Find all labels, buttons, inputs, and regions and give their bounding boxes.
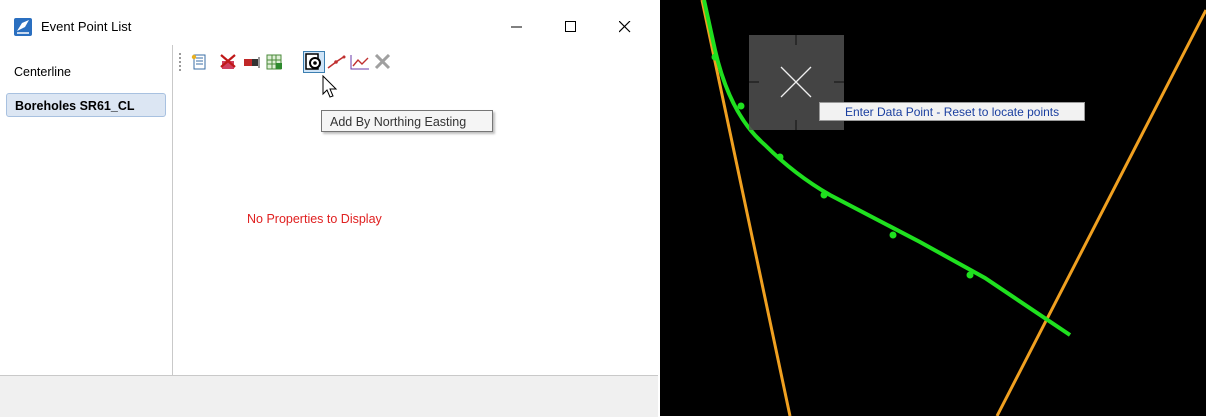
add-by-station-offset-button[interactable] (326, 51, 348, 73)
table-import-icon (266, 54, 282, 70)
sidebar-item-boreholes[interactable]: Boreholes SR61_CL (6, 93, 166, 117)
event-point (776, 153, 784, 161)
delete-point-icon (220, 54, 236, 69)
cad-drawing (700, 0, 1206, 416)
window-title: Event Point List (41, 19, 132, 34)
sidebar-item-label: Centerline (14, 65, 71, 79)
event-point-list-dialog: Event Point List Centerline Boreholes SR… (0, 0, 658, 417)
sidebar: Centerline Boreholes SR61_CL (0, 45, 173, 375)
maximize-icon (565, 21, 576, 32)
mouse-cursor-icon (322, 75, 338, 98)
table-import-button[interactable] (264, 51, 286, 73)
tooltip: Add By Northing Easting (321, 110, 493, 132)
eraser-icon (244, 57, 260, 68)
close-x-icon (374, 54, 391, 70)
add-by-northing-easting-icon (305, 53, 321, 70)
profile-icon (350, 55, 369, 70)
maximize-button[interactable] (548, 12, 594, 42)
app-icon (14, 18, 32, 36)
footer-panel (0, 375, 658, 417)
profile-button[interactable] (349, 51, 371, 73)
event-point (966, 271, 974, 279)
close-x-button[interactable] (372, 51, 394, 73)
properties-button[interactable] (188, 51, 210, 73)
event-point (889, 231, 897, 239)
minimize-icon (511, 26, 522, 28)
empty-message: No Properties to Display (247, 212, 382, 226)
add-by-northing-easting-button[interactable] (303, 51, 325, 73)
toolbar (173, 45, 658, 79)
event-point (820, 191, 828, 199)
add-by-station-offset-icon (327, 55, 346, 69)
eraser-button[interactable] (241, 51, 263, 73)
sidebar-item-centerline[interactable]: Centerline (6, 60, 166, 84)
cad-view[interactable]: Enter Data Point - Reset to locate point… (660, 0, 1206, 416)
close-button[interactable] (602, 12, 648, 42)
event-point (737, 102, 745, 110)
toolbar-grip[interactable] (179, 53, 183, 71)
title-bar[interactable]: Event Point List (0, 0, 658, 45)
properties-list-icon (191, 54, 206, 70)
minimize-button[interactable] (494, 12, 540, 42)
command-prompt-tooltip: Enter Data Point - Reset to locate point… (819, 102, 1085, 121)
close-icon (619, 21, 631, 33)
event-point (711, 53, 719, 61)
road-edge-right (995, 9, 1206, 416)
sidebar-item-label: Boreholes SR61_CL (15, 99, 135, 113)
delete-point-button[interactable] (218, 51, 240, 73)
